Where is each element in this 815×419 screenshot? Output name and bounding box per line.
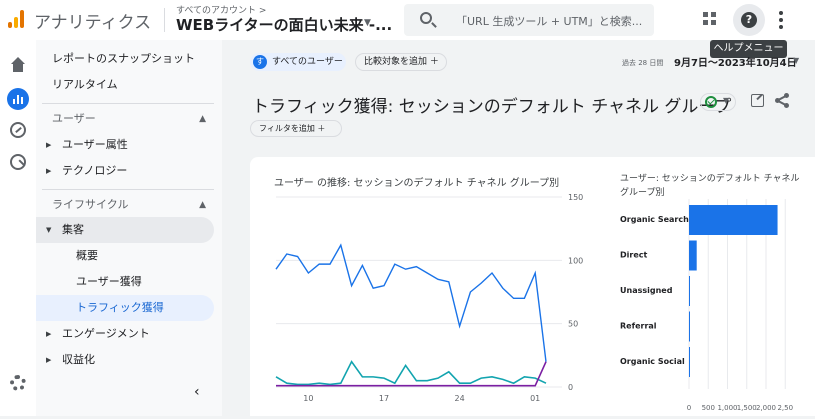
x-tick-label: 01 [530, 394, 540, 403]
share-icon[interactable] [775, 93, 789, 108]
series-line [275, 360, 547, 386]
chevron-up-icon: ▲ [199, 114, 206, 124]
nav-section-label: ライフサイクル [52, 198, 129, 211]
y-tick-label: 50 [568, 320, 578, 329]
collapse-arrow-icon: ▼ [46, 226, 52, 234]
chevron-down-icon: ▼ [723, 96, 730, 105]
expand-arrow-icon: ▶ [46, 356, 52, 364]
add-filter-button[interactable]: フィルタを追加 ＋ [250, 120, 342, 137]
top-app-bar: アナリティクス すべてのアカウント > WEBライターの面白い未来 -... ▼… [0, 0, 815, 40]
expand-arrow-icon: ▶ [46, 167, 52, 175]
category-label: Referral [620, 322, 657, 331]
chevron-down-icon[interactable]: ▼ [364, 18, 371, 28]
check-circle-icon [705, 96, 717, 108]
category-label: Organic Social [620, 357, 685, 366]
bar [689, 347, 690, 377]
main-content: す すべてのユーザー 比較対象を追加 ＋ 過去 28 日間 9月7日～2023年… [222, 40, 815, 416]
date-range-label: 過去 28 日間 [622, 59, 664, 67]
search-icon [420, 12, 432, 24]
nav-reports-snapshot[interactable]: レポートのスナップショット [36, 46, 214, 72]
nav-acquisition[interactable]: ▼ 集客 [36, 217, 214, 243]
property-selector[interactable]: WEBライターの面白い未来 -... [176, 14, 392, 35]
search-box[interactable]: 「URL 生成ツール + UTM」と検索... [404, 4, 654, 36]
line-chart: 0 50 100 150 10 17 24 01 [275, 193, 583, 403]
bar [689, 311, 690, 342]
page-title: トラフィック獲得: セッションのデフォルト チャネル グループ [252, 97, 732, 117]
chevron-up-icon: ▲ [199, 200, 206, 210]
nav-item-label: ユーザー属性 [62, 138, 128, 151]
y-tick-label: 100 [568, 256, 583, 265]
segment-badge: す [253, 55, 267, 69]
nav-item-label: テクノロジー [62, 164, 128, 177]
series-line [275, 243, 547, 362]
user-segment-chip[interactable]: す すべてのユーザー [250, 53, 346, 71]
category-label: Organic Search [620, 215, 689, 224]
nav-section-lifecycle[interactable]: ライフサイクル ▲ [36, 192, 214, 218]
search-input[interactable]: 「URL 生成ツール + UTM」と検索... [456, 13, 642, 29]
x-tick-label: 2,000 [756, 404, 776, 412]
customize-report-icon[interactable] [751, 94, 764, 107]
apps-grid-icon[interactable] [703, 12, 717, 26]
settings-gear-icon[interactable] [10, 375, 26, 391]
chart-card: ユーザー の推移: セッションのデフォルト チャネル グループ別 0 50 100 1… [250, 157, 815, 416]
x-tick-label: 24 [455, 394, 465, 403]
nav-rail [0, 40, 36, 416]
y-tick-label: 150 [568, 193, 583, 202]
nav-monetization[interactable]: ▶ 収益化 [36, 347, 214, 373]
nav-item-label: エンゲージメント [62, 327, 150, 340]
advertising-icon[interactable] [10, 154, 26, 170]
explore-icon[interactable] [10, 122, 26, 138]
reports-nav: レポートのスナップショット リアルタイム ユーザー ▲ ▶ ユーザー属性 ▶ テ… [36, 40, 222, 416]
more-vert-icon[interactable] [779, 11, 783, 29]
collapse-nav-icon[interactable]: ‹ [194, 384, 200, 400]
nav-user-acquisition[interactable]: ユーザー獲得 [36, 269, 214, 295]
bar [689, 240, 697, 271]
bar [689, 205, 778, 235]
date-range-picker[interactable]: 9月7日～2023年10月4日 [674, 54, 797, 69]
expand-arrow-icon: ▶ [46, 330, 52, 338]
y-tick-label: 0 [568, 383, 573, 392]
add-comparison-button[interactable]: 比較対象を追加 ＋ [355, 53, 447, 71]
help-button[interactable]: ? [733, 4, 765, 36]
x-tick-label: 1,500 [737, 404, 757, 412]
x-tick-label: 17 [379, 394, 389, 403]
nav-divider [42, 103, 214, 104]
analytics-logo-icon[interactable] [8, 10, 26, 28]
nav-engagement[interactable]: ▶ エンゲージメント [36, 321, 214, 347]
data-quality-button[interactable]: ▼ [700, 93, 736, 111]
nav-section-label: ユーザー [52, 112, 96, 125]
nav-demographics[interactable]: ▶ ユーザー属性 [36, 132, 214, 158]
x-tick-label: 10 [303, 394, 313, 403]
x-tick-label: 0 [687, 404, 691, 412]
home-icon[interactable] [8, 54, 28, 74]
x-tick-label: 1,000 [717, 404, 737, 412]
nav-item-label: 収益化 [62, 353, 95, 366]
category-label: Unassigned [620, 286, 673, 295]
bar-chart-title: ユーザー: セッションのデフォルト チャネル グループ別 [620, 174, 800, 198]
help-icon: ? [741, 12, 757, 28]
nav-item-label: 集客 [62, 223, 84, 236]
nav-tech[interactable]: ▶ テクノロジー [36, 158, 214, 184]
bar-chart: Organic Search Direct Unassigned Referral Or… [620, 199, 793, 412]
chevron-down-icon[interactable]: ▼ [793, 56, 799, 65]
reports-icon[interactable] [7, 88, 29, 110]
header-divider [164, 8, 165, 32]
app-name: アナリティクス [34, 13, 152, 33]
nav-section-user[interactable]: ユーザー ▲ [36, 106, 214, 132]
nav-realtime[interactable]: リアルタイム [36, 72, 214, 98]
expand-arrow-icon: ▶ [46, 141, 52, 149]
bar [689, 276, 690, 306]
x-tick-label: 500 [702, 404, 715, 412]
segment-label: すべてのユーザー [272, 57, 343, 67]
nav-traffic-acquisition[interactable]: トラフィック獲得 [36, 295, 214, 321]
x-tick-label: 2,50 [777, 404, 793, 412]
category-label: Direct [620, 251, 647, 260]
nav-divider [42, 189, 214, 190]
nav-acq-overview[interactable]: 概要 [36, 243, 214, 269]
